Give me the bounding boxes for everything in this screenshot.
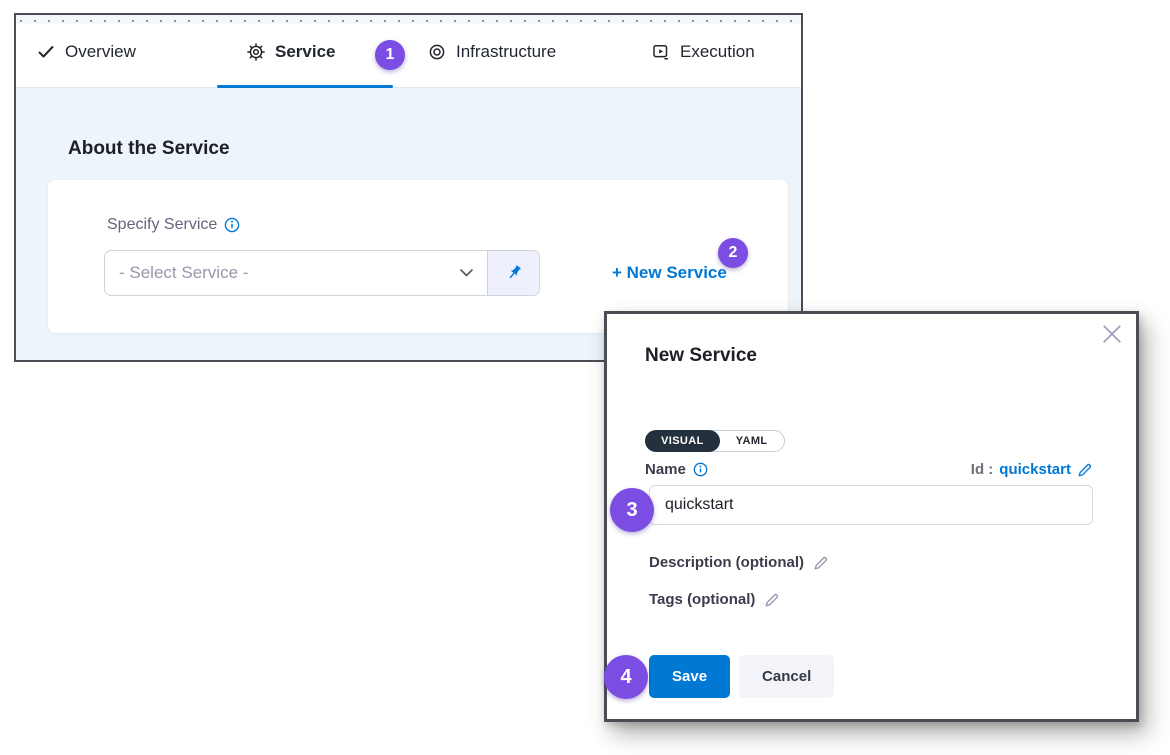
toggle-yaml[interactable]: YAML bbox=[720, 435, 784, 447]
info-icon[interactable] bbox=[693, 462, 708, 477]
tab-overview-label: Overview bbox=[65, 42, 136, 62]
edit-id-icon[interactable] bbox=[1077, 462, 1093, 478]
step-badge-1: 1 bbox=[375, 40, 405, 70]
specify-service-label: Specify Service bbox=[107, 216, 217, 234]
new-service-modal: New Service VISUAL YAML Name Id : quicks… bbox=[604, 311, 1139, 722]
tags-label: Tags (optional) bbox=[649, 591, 755, 608]
cancel-button[interactable]: Cancel bbox=[739, 655, 834, 698]
edit-description-icon[interactable] bbox=[813, 555, 829, 571]
pipeline-stage-panel: Overview Service Infrastructure Executio… bbox=[14, 13, 803, 362]
tab-overview[interactable]: Overview bbox=[37, 15, 136, 88]
perforation-dots bbox=[20, 20, 797, 22]
pin-button[interactable] bbox=[487, 251, 539, 295]
modal-button-row: Save Cancel bbox=[649, 655, 834, 698]
name-label-group: Name bbox=[645, 461, 708, 478]
step-badge-3: 3 bbox=[610, 488, 654, 532]
check-icon bbox=[37, 43, 55, 61]
service-select[interactable]: - Select Service - bbox=[104, 250, 540, 296]
screenshot-canvas: Overview Service Infrastructure Executio… bbox=[0, 0, 1170, 755]
gear-icon bbox=[247, 43, 265, 61]
toggle-visual[interactable]: VISUAL bbox=[645, 430, 720, 452]
save-button[interactable]: Save bbox=[649, 655, 730, 698]
close-icon bbox=[1102, 324, 1122, 344]
service-select-placeholder: - Select Service - bbox=[105, 251, 445, 295]
description-label: Description (optional) bbox=[649, 554, 804, 571]
description-row: Description (optional) bbox=[649, 554, 829, 571]
info-icon[interactable] bbox=[224, 217, 240, 233]
chevron-down-icon[interactable] bbox=[445, 251, 487, 295]
stage-tab-bar: Overview Service Infrastructure Executio… bbox=[16, 15, 801, 88]
edit-tags-icon[interactable] bbox=[764, 592, 780, 608]
play-box-icon bbox=[652, 43, 670, 61]
tab-execution[interactable]: Execution bbox=[652, 15, 755, 88]
service-name-input[interactable] bbox=[649, 485, 1093, 525]
modal-title: New Service bbox=[645, 345, 757, 367]
tags-row: Tags (optional) bbox=[649, 591, 780, 608]
specify-service-label-row: Specify Service bbox=[107, 216, 240, 234]
target-icon bbox=[428, 43, 446, 61]
pin-icon bbox=[505, 264, 523, 282]
tab-infrastructure[interactable]: Infrastructure bbox=[428, 15, 556, 88]
step-badge-4: 4 bbox=[604, 655, 648, 699]
new-service-link[interactable]: + New Service bbox=[612, 263, 727, 283]
id-value[interactable]: quickstart bbox=[999, 461, 1071, 478]
name-label-row: Name Id : quickstart bbox=[645, 461, 1093, 478]
service-select-row: - Select Service - + New Service bbox=[104, 250, 727, 296]
close-button[interactable] bbox=[1102, 324, 1122, 344]
id-prefix-label: Id : bbox=[971, 461, 994, 478]
tab-execution-label: Execution bbox=[680, 42, 755, 62]
name-label: Name bbox=[645, 461, 686, 478]
tab-service-label: Service bbox=[275, 42, 336, 62]
tab-service[interactable]: Service bbox=[247, 15, 336, 88]
tab-infrastructure-label: Infrastructure bbox=[456, 42, 556, 62]
visual-yaml-toggle: VISUAL YAML bbox=[645, 430, 785, 452]
service-id-group: Id : quickstart bbox=[971, 461, 1093, 478]
section-heading: About the Service bbox=[68, 138, 230, 160]
step-badge-2: 2 bbox=[718, 238, 748, 268]
perforation-strip bbox=[16, 15, 801, 24]
